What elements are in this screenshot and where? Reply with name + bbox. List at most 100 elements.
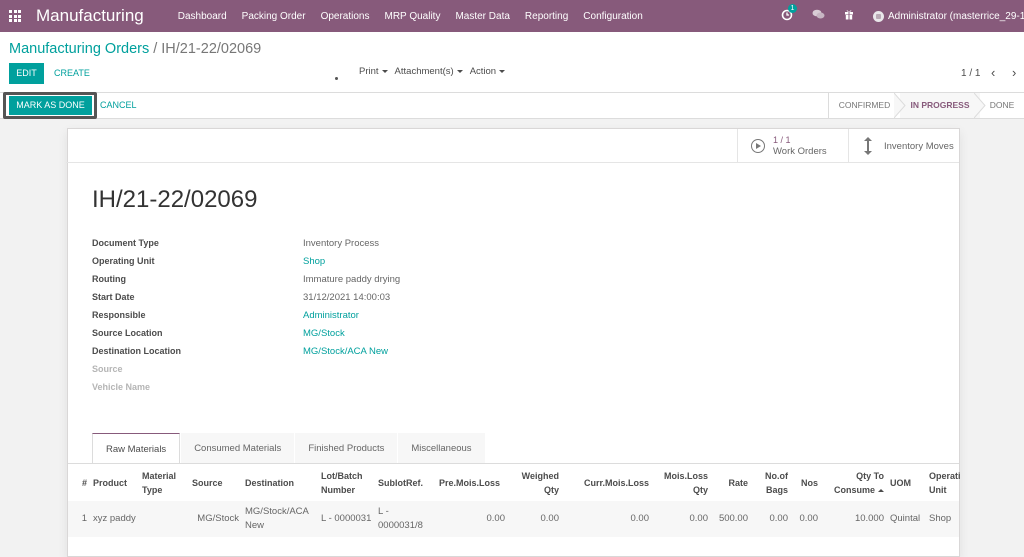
cell-lot-batch[interactable]: L - 0000031 [318, 501, 375, 537]
destination-location-link[interactable]: MG/Stock/ACA New [303, 346, 388, 357]
field-value: Inventory Process [303, 238, 380, 249]
edit-button[interactable]: EDIT [9, 63, 44, 84]
cell-no-of-bags[interactable]: 0.00 [751, 501, 791, 537]
control-panel: Manufacturing Orders / IH/21-22/02069 EDIT… [0, 32, 1024, 93]
stage-confirmed[interactable]: CONFIRMED [829, 93, 906, 118]
col-header-qty-to-consume[interactable]: Qty To Consume [821, 464, 887, 501]
field-routing: Routing Immature paddy drying [92, 272, 492, 290]
field-vehicle-name: Vehicle Name [92, 380, 492, 398]
col-header-curr-mois-loss[interactable]: Curr.Mois.Loss [562, 464, 652, 501]
apps-menu-icon[interactable] [9, 9, 23, 23]
col-header-operating-unit[interactable]: Operati Unit [926, 464, 961, 501]
menu-packing-order[interactable]: Packing Order [242, 11, 306, 22]
field-label: Operating Unit [92, 256, 155, 266]
inventory-moves-button[interactable]: Inventory Moves [848, 129, 959, 163]
cell-qty-to-consume[interactable]: 10.000 [821, 501, 887, 537]
col-header-weighed-qty[interactable]: Weighed Qty [508, 464, 562, 501]
cell-mois-loss-qty[interactable]: 0.00 [652, 501, 711, 537]
breadcrumb-current: IH/21-22/02069 [161, 41, 262, 57]
menu-operations[interactable]: Operations [321, 11, 370, 22]
loading-dot [335, 77, 338, 80]
cell-source[interactable]: MG/Stock [189, 501, 242, 537]
menu-configuration[interactable]: Configuration [583, 11, 642, 22]
cell-operating-unit[interactable]: Shop [926, 501, 959, 537]
operating-unit-link[interactable]: Shop [303, 256, 325, 267]
action-dropdown[interactable]: Action [470, 66, 506, 77]
stage-in-progress[interactable]: IN PROGRESS [900, 93, 986, 118]
tab-finished-products[interactable]: Finished Products [295, 433, 398, 464]
col-header-material-type[interactable]: Material Type [139, 464, 189, 501]
print-dropdown[interactable]: Print [359, 66, 388, 77]
user-menu[interactable]: Administrator (masterrice_29-10 [873, 10, 1024, 22]
gift-bug-icon[interactable] [842, 9, 856, 23]
field-label: Document Type [92, 238, 159, 248]
breadcrumb-separator: / [153, 41, 158, 57]
cell-product[interactable]: xyz paddy [90, 501, 139, 537]
attachments-label: Attachment(s) [394, 66, 454, 77]
work-orders-button[interactable]: 1 / 1 Work Orders [737, 129, 848, 163]
field-value: Immature paddy drying [303, 274, 401, 285]
sidebar-actions: Print Attachment(s) Action [359, 66, 512, 77]
stage-done[interactable]: DONE [980, 93, 1024, 118]
col-header-mois-loss-qty[interactable]: Mois.Loss Qty [652, 464, 711, 501]
activity-badge: 1 [788, 3, 797, 13]
col-header-product[interactable]: Product [90, 464, 139, 501]
qty-to-consume-label: Qty To Consume [833, 470, 884, 495]
col-header-destination[interactable]: Destination [242, 464, 318, 501]
record-title: IH/21-22/02069 [92, 186, 258, 213]
table-row[interactable]: 1 xyz paddy MG/Stock MG/Stock/ACA New L … [68, 501, 959, 537]
cell-curr-mois-loss[interactable]: 0.00 [562, 501, 652, 537]
menu-master-data[interactable]: Master Data [455, 11, 509, 22]
col-header-lot-batch[interactable]: Lot/Batch Number [318, 464, 375, 501]
table-header-row: # Product Material Type Source Destinati… [68, 464, 961, 501]
breadcrumb: Manufacturing Orders / IH/21-22/02069 [9, 41, 261, 57]
menu-dashboard[interactable]: Dashboard [178, 11, 227, 22]
mark-as-done-button[interactable]: MARK AS DONE [9, 96, 92, 115]
chat-icon[interactable] [811, 9, 825, 23]
form-sheet: 1 / 1 Work Orders Inventory Moves IH/21-… [66, 128, 961, 557]
source-location-link[interactable]: MG/Stock [303, 328, 345, 339]
work-orders-count: 1 / 1 [773, 135, 791, 145]
breadcrumb-manufacturing-orders[interactable]: Manufacturing Orders [9, 41, 149, 57]
tab-miscellaneous[interactable]: Miscellaneous [398, 433, 485, 464]
attachments-dropdown[interactable]: Attachment(s) [395, 66, 463, 77]
col-header-uom[interactable]: UOM [887, 464, 926, 501]
pager-previous-button[interactable]: ‹ [991, 65, 995, 80]
stage-done-label: DONE [989, 100, 1015, 110]
app-title[interactable]: Manufacturing [36, 6, 144, 26]
create-button[interactable]: CREATE [54, 63, 90, 84]
top-navbar: Manufacturing Dashboard Packing Order Op… [0, 0, 1024, 32]
cell-nos[interactable]: 0.00 [791, 501, 821, 537]
menu-mrp-quality[interactable]: MRP Quality [385, 11, 441, 22]
cell-weighed-qty[interactable]: 0.00 [508, 501, 562, 537]
field-label: Vehicle Name [92, 382, 151, 392]
stage-chevron-icon [974, 93, 986, 118]
col-header-rate[interactable]: Rate [711, 464, 751, 501]
field-responsible: Responsible Administrator [92, 308, 492, 326]
cell-destination[interactable]: MG/Stock/ACA New [242, 501, 318, 537]
col-header-no-of-bags[interactable]: No.of Bags [751, 464, 791, 501]
col-header-sublot-ref[interactable]: SublotRef. [375, 464, 436, 501]
tab-raw-materials[interactable]: Raw Materials [92, 433, 181, 464]
record-fields: Document Type Inventory Process Operatin… [92, 236, 492, 398]
field-label: Destination Location [92, 346, 182, 356]
col-header-source[interactable]: Source [189, 464, 242, 501]
caret-down-icon [381, 69, 388, 73]
col-header-pre-mois-loss[interactable]: Pre.Mois.Loss [436, 464, 508, 501]
cancel-button[interactable]: CANCEL [100, 96, 137, 115]
smart-button-box: 1 / 1 Work Orders Inventory Moves [66, 129, 959, 163]
cell-sublot-ref[interactable]: L - 0000031/8 [375, 501, 436, 537]
cell-uom[interactable]: Quintal [887, 501, 926, 537]
tab-consumed-materials[interactable]: Consumed Materials [181, 433, 295, 464]
activity-clock-icon[interactable]: 1 [780, 3, 797, 24]
field-operating-unit: Operating Unit Shop [92, 254, 492, 272]
cell-material-type[interactable] [139, 501, 189, 537]
responsible-link[interactable]: Administrator [303, 310, 359, 321]
cell-pre-mois-loss[interactable]: 0.00 [436, 501, 508, 537]
menu-reporting[interactable]: Reporting [525, 11, 568, 22]
pager-value[interactable]: 1 / 1 [961, 68, 980, 79]
pager-next-button[interactable]: › [1012, 65, 1016, 80]
user-avatar [873, 10, 884, 22]
cell-rate[interactable]: 500.00 [711, 501, 751, 537]
col-header-nos[interactable]: Nos [791, 464, 821, 501]
